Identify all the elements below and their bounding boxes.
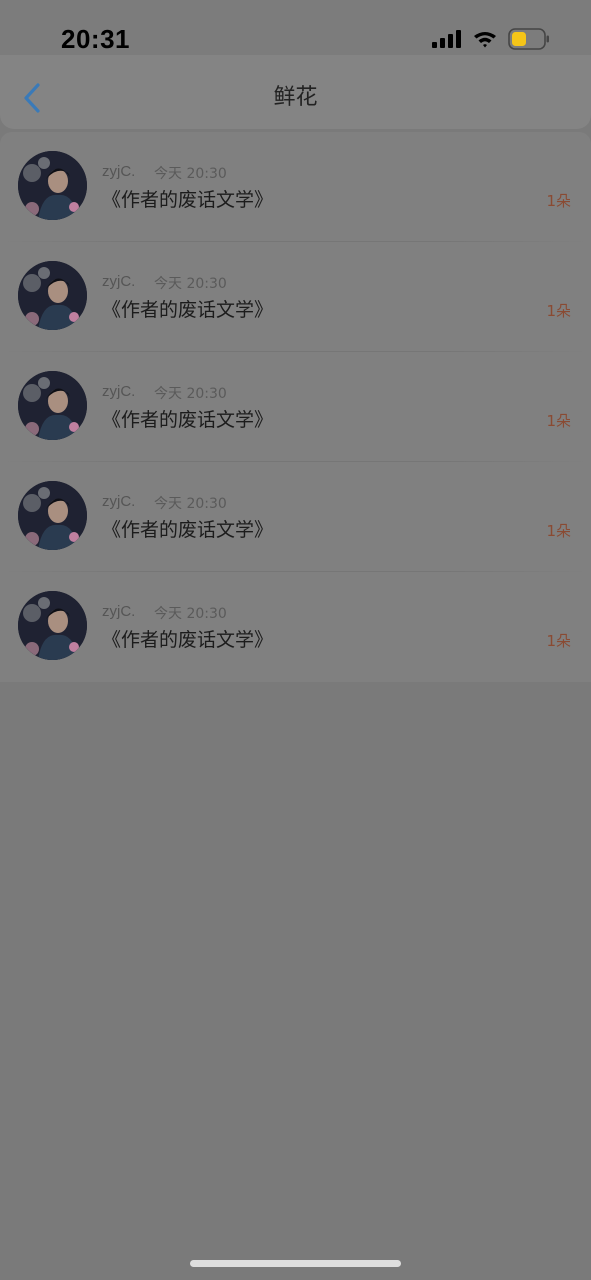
list-item[interactable]: zyjC. 今天 20:30 《作者的废话文学》 1朵 bbox=[0, 462, 591, 572]
book-title[interactable]: 《作者的废话文学》 bbox=[102, 295, 273, 322]
timestamp: 今天 20:30 bbox=[154, 386, 227, 402]
cellular-signal-icon bbox=[432, 30, 461, 48]
book-title[interactable]: 《作者的废话文学》 bbox=[102, 625, 273, 652]
book-title[interactable]: 《作者的废话文学》 bbox=[102, 185, 273, 212]
username: zyjC. bbox=[102, 163, 136, 180]
flower-count: 1朵 bbox=[546, 632, 571, 650]
page-title: 鲜花 bbox=[273, 85, 318, 110]
user-avatar[interactable] bbox=[18, 261, 87, 330]
user-avatar[interactable] bbox=[18, 371, 87, 440]
home-indicator[interactable] bbox=[190, 1260, 401, 1267]
flower-count: 1朵 bbox=[546, 302, 571, 320]
book-title[interactable]: 《作者的废话文学》 bbox=[102, 405, 273, 432]
status-time: 20:31 bbox=[61, 24, 130, 54]
flower-count: 1朵 bbox=[546, 412, 571, 430]
flower-count: 1朵 bbox=[546, 192, 571, 210]
timestamp: 今天 20:30 bbox=[154, 496, 227, 512]
book-title[interactable]: 《作者的废话文学》 bbox=[102, 515, 273, 542]
user-avatar[interactable] bbox=[18, 151, 87, 220]
list-item[interactable]: zyjC. 今天 20:30 《作者的废话文学》 1朵 bbox=[0, 242, 591, 352]
timestamp: 今天 20:30 bbox=[154, 166, 227, 182]
username: zyjC. bbox=[102, 383, 136, 400]
user-avatar[interactable] bbox=[18, 591, 87, 660]
battery-icon bbox=[508, 28, 549, 50]
list-item[interactable]: zyjC. 今天 20:30 《作者的废话文学》 1朵 bbox=[0, 572, 591, 682]
list-item[interactable]: zyjC. 今天 20:30 《作者的废话文学》 1朵 bbox=[0, 352, 591, 462]
flower-list: zyjC. 今天 20:30 《作者的废话文学》 1朵 zyjC. 今天 20:… bbox=[0, 132, 591, 682]
username: zyjC. bbox=[102, 603, 136, 620]
user-avatar[interactable] bbox=[18, 481, 87, 550]
timestamp: 今天 20:30 bbox=[154, 606, 227, 622]
wifi-icon bbox=[474, 32, 496, 48]
timestamp: 今天 20:30 bbox=[154, 276, 227, 292]
username: zyjC. bbox=[102, 273, 136, 290]
username: zyjC. bbox=[102, 493, 136, 510]
list-item[interactable]: zyjC. 今天 20:30 《作者的废话文学》 1朵 bbox=[0, 132, 591, 242]
flower-count: 1朵 bbox=[546, 522, 571, 540]
status-bar: 20:31 bbox=[0, 0, 591, 55]
